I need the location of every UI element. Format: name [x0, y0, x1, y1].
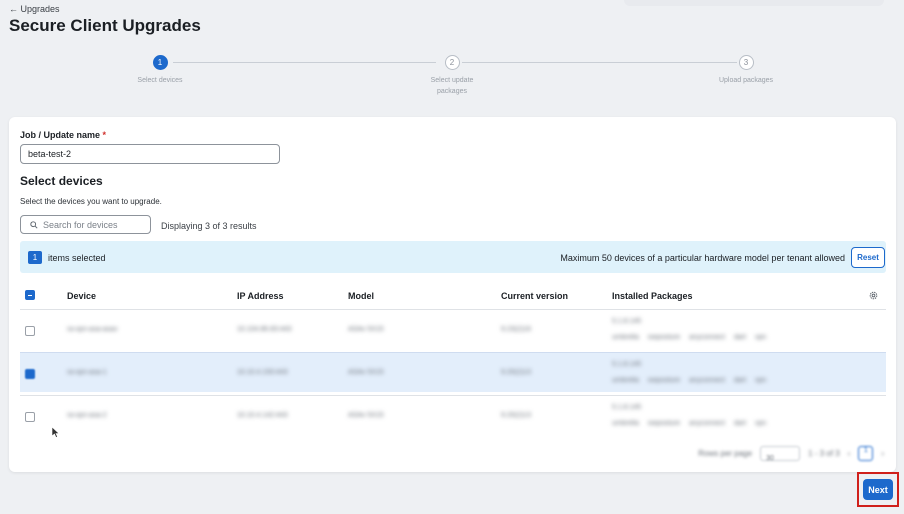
job-name-label: Job / Update name * [20, 130, 106, 140]
model: ASAv 5X15 [348, 326, 384, 333]
step-number: 1 [152, 55, 168, 70]
package-version: 5.1.8.145 [612, 404, 642, 411]
ip-address: 10.10.4.150:443 [237, 369, 288, 376]
column-header-ip-address[interactable]: IP Address [237, 291, 284, 301]
package-tag: umbrella [612, 334, 639, 341]
package-tag: anyconnect [689, 334, 725, 341]
step-select-update-packages[interactable]: 2 Select update packages [392, 55, 512, 97]
row-checkbox[interactable] [25, 326, 35, 336]
package-tag: vpn [755, 377, 767, 384]
page-range: 1 - 3 of 3 [808, 449, 840, 458]
package-tag: anyconnect [689, 377, 725, 384]
next-button[interactable]: Next [863, 479, 893, 500]
rows-per-page-label: Rows per page [698, 449, 753, 458]
stepper: 1 Select devices 2 Select update package… [0, 55, 904, 105]
package-tag: iseposture [647, 377, 681, 384]
search-icon [30, 220, 38, 229]
package-tag: dart [733, 377, 747, 384]
current-version: 9.23(2)16 [501, 326, 531, 333]
result-count: Displaying 3 of 3 results [161, 221, 257, 231]
step-label: Upload packages [718, 77, 774, 84]
select-devices-title: Select devices [20, 174, 103, 188]
installed-packages-list: umbrella iseposture anyconnect dart vpn [612, 377, 766, 384]
selected-count-text: items selected [48, 253, 106, 263]
package-tag: vpn [755, 420, 767, 427]
next-page-icon[interactable]: › [881, 449, 884, 458]
device-search-input[interactable] [43, 219, 143, 230]
selected-count-badge: 1 [28, 251, 42, 264]
table-row[interactable]: ra-vpn-asa-asav 10.104.86.83:443 ASAv 5X… [20, 309, 886, 349]
column-header-installed-packages[interactable]: Installed Packages [612, 291, 693, 301]
ip-address: 10.104.86.83:443 [237, 326, 292, 333]
row-checkbox[interactable] [25, 369, 35, 379]
back-link-upgrades[interactable]: ← Upgrades [9, 4, 60, 14]
select-all-checkbox[interactable] [25, 290, 35, 300]
current-version: 9.20(2)13 [501, 369, 531, 376]
max-devices-notice: Maximum 50 devices of a particular hardw… [560, 253, 845, 263]
column-header-current-version[interactable]: Current version [501, 291, 568, 301]
device-name: ra-vpn-asa-2 [67, 412, 107, 419]
model: ASAv 5X15 [348, 369, 384, 376]
page-title: Secure Client Upgrades [9, 16, 201, 35]
select-devices-description: Select the devices you want to upgrade. [20, 197, 162, 206]
device-name: ra-vpn-asa-asav [67, 326, 118, 333]
selection-banner: 1 items selected Maximum 50 devices of a… [20, 241, 886, 273]
rows-per-page-value[interactable]: 30 [761, 455, 774, 462]
package-version: 5.1.8.145 [612, 318, 642, 325]
package-tag: iseposture [647, 334, 681, 341]
package-tag: umbrella [612, 420, 639, 427]
package-tag: iseposture [647, 420, 681, 427]
device-name: ra-vpn-asa-1 [67, 369, 107, 376]
package-tag: umbrella [612, 377, 639, 384]
mouse-cursor-icon [52, 427, 60, 438]
job-name-input[interactable] [20, 144, 280, 164]
package-tag: vpn [755, 334, 767, 341]
rows-per-page-select[interactable]: 30 [760, 446, 801, 462]
required-mark: * [102, 130, 107, 140]
top-shadow-decoration [624, 0, 884, 6]
device-search-box[interactable] [20, 215, 151, 234]
model: ASAv 5X15 [348, 412, 384, 419]
step-select-devices[interactable]: 1 Select devices [100, 55, 220, 86]
prev-page-icon[interactable]: ‹ [848, 449, 851, 458]
current-page-button[interactable]: 1 [858, 446, 874, 461]
table-header: Device IP Address Model Current version … [20, 285, 886, 307]
step-number: 2 [444, 55, 460, 70]
devices-card: Job / Update name * Select devices Selec… [9, 117, 896, 472]
step-upload-packages[interactable]: 3 Upload packages [686, 55, 806, 86]
step-label: Select devices [137, 77, 183, 84]
table-row[interactable]: ra-vpn-asa-1 10.10.4.150:443 ASAv 5X15 9… [20, 352, 886, 392]
gear-icon[interactable] [868, 290, 879, 301]
step-label: Select update packages [430, 77, 474, 95]
column-header-device[interactable]: Device [67, 291, 96, 301]
current-version: 9.20(2)13 [501, 412, 531, 419]
package-tag: anyconnect [689, 420, 725, 427]
back-link-label[interactable]: ← Upgrades [9, 4, 60, 14]
current-page-number[interactable]: 1 [859, 447, 872, 454]
column-header-model[interactable]: Model [348, 291, 374, 301]
package-version: 5.1.8.145 [612, 361, 642, 368]
package-tag: dart [733, 420, 747, 427]
package-tag: dart [733, 334, 747, 341]
ip-address: 10.10.4.142:443 [237, 412, 288, 419]
reset-button[interactable]: Reset [851, 247, 885, 268]
step-number: 3 [738, 55, 754, 70]
job-name-label-text: Job / Update name [20, 130, 101, 140]
row-checkbox[interactable] [25, 412, 35, 422]
installed-packages-list: umbrella iseposture anyconnect dart vpn [612, 420, 766, 427]
table-row[interactable]: ra-vpn-asa-2 10.10.4.142:443 ASAv 5X15 9… [20, 395, 886, 435]
pagination: Rows per page 30 1 - 3 of 3 ‹ 1 › [698, 446, 884, 462]
installed-packages-list: umbrella iseposture anyconnect dart vpn [612, 334, 766, 341]
